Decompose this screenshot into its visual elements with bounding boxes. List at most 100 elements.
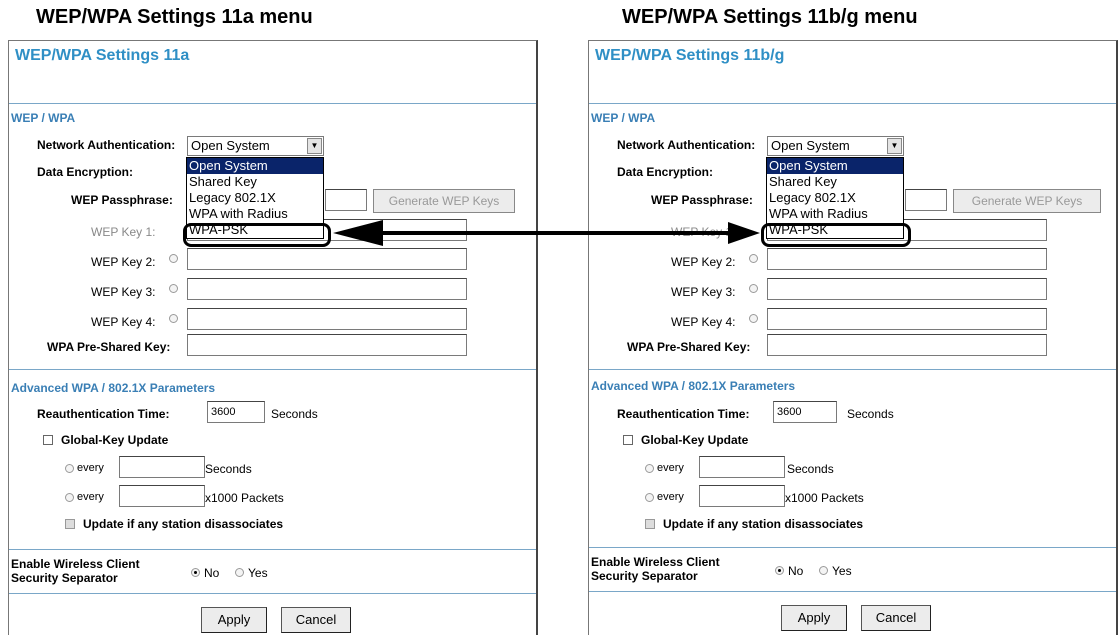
every-seconds-radio[interactable]: [65, 464, 74, 473]
section-advanced: Advanced WPA / 802.1X Parameters: [11, 381, 216, 395]
apply-button[interactable]: Apply: [201, 607, 267, 633]
wep-key-2-input[interactable]: [187, 248, 467, 270]
divider: [9, 593, 536, 594]
cancel-button[interactable]: Cancel: [281, 607, 351, 633]
divider: [9, 369, 536, 370]
global-key-checkbox[interactable]: [43, 435, 53, 445]
separator-yes-label: Yes: [832, 564, 852, 578]
every-seconds-unit: Seconds: [205, 462, 252, 476]
reauth-label: Reauthentication Time:: [617, 407, 750, 421]
section-wep-wpa: WEP / WPA: [591, 111, 656, 125]
data-encryption-label: Data Encryption:: [37, 165, 134, 179]
every-seconds-input[interactable]: [119, 456, 205, 478]
every-packets-input[interactable]: [699, 485, 785, 507]
reauth-input[interactable]: 3600: [207, 401, 265, 423]
reauth-label: Reauthentication Time:: [37, 407, 170, 421]
wpa-psk-label: WPA Pre-Shared Key:: [47, 340, 171, 354]
separator-label: Enable Wireless Client Security Separato…: [11, 557, 140, 585]
every-seconds-input[interactable]: [699, 456, 785, 478]
divider: [589, 369, 1116, 370]
net-auth-value: Open System: [771, 138, 850, 153]
wep-key-3-radio[interactable]: [749, 284, 758, 293]
panel-11a: WEP/WPA Settings 11a WEP / WPA Network A…: [8, 40, 538, 635]
net-auth-select[interactable]: Open System ▼: [767, 136, 904, 156]
divider: [589, 103, 1116, 104]
every-packets-radio[interactable]: [65, 493, 74, 502]
every-seconds-unit: Seconds: [787, 462, 834, 476]
option-legacy-8021x[interactable]: Legacy 802.1X: [187, 190, 323, 206]
net-auth-label: Network Authentication:: [37, 138, 176, 152]
every-packets-unit: x1000 Packets: [785, 491, 864, 505]
wep-key-3-input[interactable]: [187, 278, 467, 300]
chevron-down-icon[interactable]: ▼: [307, 138, 322, 154]
page-title: WEP/WPA Settings 11a: [15, 47, 190, 64]
option-wpa-radius[interactable]: WPA with Radius: [767, 206, 903, 222]
cancel-button[interactable]: Cancel: [861, 605, 931, 631]
wep-passphrase-label: WEP Passphrase:: [71, 193, 173, 207]
option-open-system[interactable]: Open System: [187, 158, 323, 174]
every-packets-input[interactable]: [119, 485, 205, 507]
every-seconds-radio[interactable]: [645, 464, 654, 473]
wpa-psk-input[interactable]: [767, 334, 1047, 356]
wep-key-3-label: WEP Key 3:: [91, 285, 156, 299]
section-advanced: Advanced WPA / 802.1X Parameters: [591, 379, 796, 393]
reauth-input[interactable]: 3600: [773, 401, 837, 423]
wep-key-3-input[interactable]: [767, 278, 1047, 300]
wep-key-4-input[interactable]: [187, 308, 467, 330]
separator-label: Enable Wireless Client Security Separato…: [591, 555, 720, 583]
wep-key-2-input[interactable]: [767, 248, 1047, 270]
chevron-down-icon[interactable]: ▼: [887, 138, 902, 154]
wep-key-4-label: WEP Key 4:: [671, 315, 736, 329]
separator-label-line1: Enable Wireless Client: [11, 557, 140, 571]
divider: [9, 549, 536, 550]
wep-key-2-radio[interactable]: [749, 254, 758, 263]
reauth-unit: Seconds: [271, 407, 318, 421]
reauth-unit: Seconds: [847, 407, 894, 421]
page-title: WEP/WPA Settings 11b/g: [595, 47, 785, 64]
wep-key-2-label: WEP Key 2:: [671, 255, 736, 269]
update-station-checkbox[interactable]: [645, 519, 655, 529]
net-auth-select[interactable]: Open System ▼: [187, 136, 324, 156]
every-seconds-label: every: [77, 462, 104, 474]
data-encryption-label: Data Encryption:: [617, 165, 714, 179]
panel-11bg: WEP/WPA Settings 11b/g WEP / WPA Network…: [588, 40, 1118, 635]
option-shared-key[interactable]: Shared Key: [187, 174, 323, 190]
wep-key-1-label: WEP Key 1:: [91, 225, 156, 239]
option-legacy-8021x[interactable]: Legacy 802.1X: [767, 190, 903, 206]
every-packets-radio[interactable]: [645, 493, 654, 502]
wep-key-4-radio[interactable]: [169, 314, 178, 323]
wep-key-1-label: WEP Key 1:: [671, 225, 736, 239]
update-station-label: Update if any station disassociates: [83, 517, 284, 531]
wep-key-2-label: WEP Key 2:: [91, 255, 156, 269]
wpa-psk-input[interactable]: [187, 334, 467, 356]
wep-key-4-radio[interactable]: [749, 314, 758, 323]
wpa-psk-highlight: [183, 223, 331, 247]
separator-no-radio[interactable]: [775, 566, 784, 575]
update-station-checkbox[interactable]: [65, 519, 75, 529]
option-wpa-radius[interactable]: WPA with Radius: [187, 206, 323, 222]
every-seconds-label: every: [657, 462, 684, 474]
wep-passphrase-input[interactable]: [905, 189, 947, 211]
separator-no-radio[interactable]: [191, 568, 200, 577]
global-key-checkbox[interactable]: [623, 435, 633, 445]
option-open-system[interactable]: Open System: [767, 158, 903, 174]
net-auth-value: Open System: [191, 138, 270, 153]
net-auth-label: Network Authentication:: [617, 138, 756, 152]
wep-key-4-input[interactable]: [767, 308, 1047, 330]
divider: [589, 547, 1116, 548]
wep-passphrase-input[interactable]: [325, 189, 367, 211]
option-shared-key[interactable]: Shared Key: [767, 174, 903, 190]
generate-wep-keys-button[interactable]: Generate WEP Keys: [953, 189, 1101, 213]
global-key-label: Global-Key Update: [641, 433, 749, 447]
every-packets-unit: x1000 Packets: [205, 491, 284, 505]
wpa-psk-highlight: [761, 223, 911, 247]
separator-no-label: No: [788, 564, 804, 578]
separator-yes-radio[interactable]: [235, 568, 244, 577]
update-station-label: Update if any station disassociates: [663, 517, 864, 531]
apply-button[interactable]: Apply: [781, 605, 847, 631]
section-wep-wpa: WEP / WPA: [11, 111, 76, 125]
generate-wep-keys-button[interactable]: Generate WEP Keys: [373, 189, 515, 213]
separator-yes-radio[interactable]: [819, 566, 828, 575]
wep-key-2-radio[interactable]: [169, 254, 178, 263]
wep-key-3-radio[interactable]: [169, 284, 178, 293]
